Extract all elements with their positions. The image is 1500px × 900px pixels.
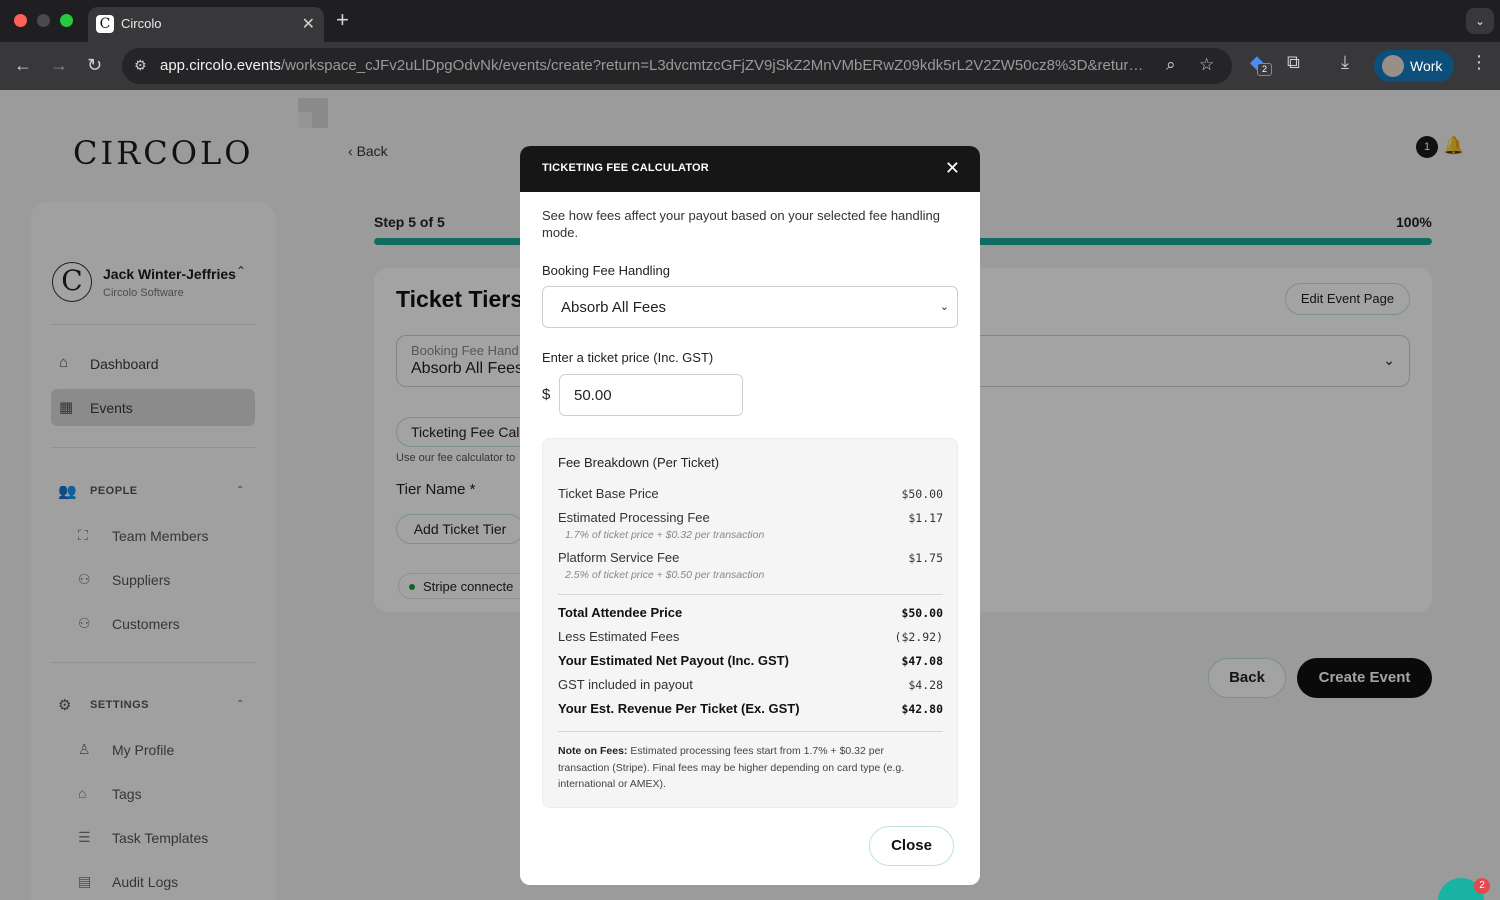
row-label: GST included in payout xyxy=(558,677,693,692)
row-note: 1.7% of ticket price + $0.32 per transac… xyxy=(565,529,765,541)
row-value: $50.00 xyxy=(901,487,943,501)
chat-badge: 2 xyxy=(1474,878,1490,894)
row-value: ($2.92) xyxy=(894,630,943,644)
url-host: app.circolo.events xyxy=(160,57,281,74)
fees-note: Note on Fees: Estimated processing fees … xyxy=(558,743,938,793)
row-label: Estimated Processing Fee xyxy=(558,510,710,525)
modal-title: TICKETING FEE CALCULATOR xyxy=(542,162,709,174)
divider xyxy=(558,594,943,595)
breakdown-row: Total Attendee Price $50.00 xyxy=(558,605,943,623)
row-value: $47.08 xyxy=(901,654,943,668)
row-value: $50.00 xyxy=(901,606,943,620)
breakdown-row: Ticket Base Price $50.00 xyxy=(558,486,943,504)
browser-tab[interactable]: C Circolo ✕ xyxy=(88,7,324,42)
divider xyxy=(558,731,943,732)
back-arrow-icon[interactable]: ← xyxy=(14,54,32,76)
row-label: Your Estimated Net Payout (Inc. GST) xyxy=(558,653,789,668)
window-minimize-button[interactable] xyxy=(37,14,50,27)
browser-toolbar: ← → ↻ ⚙ app.circolo.events/workspace_cJF… xyxy=(0,42,1500,90)
site-settings-icon[interactable]: ⚙ xyxy=(134,57,147,74)
profile-button[interactable]: Work xyxy=(1374,50,1454,82)
tab-search-chevron-icon[interactable]: ⌄ xyxy=(1466,8,1494,34)
download-icon[interactable]: ⤓ xyxy=(1341,52,1349,73)
ticket-price-value: 50.00 xyxy=(574,387,612,404)
fee-breakdown-panel: Fee Breakdown (Per Ticket) Ticket Base P… xyxy=(542,438,958,808)
new-tab-icon[interactable]: + xyxy=(336,8,349,32)
fee-handling-select[interactable]: Absorb All Fees ⌄ xyxy=(542,286,958,328)
ticket-price-label: Enter a ticket price (Inc. GST) xyxy=(542,350,714,365)
breakdown-row: Estimated Processing Fee $1.17 xyxy=(558,510,943,528)
profile-avatar xyxy=(1382,55,1404,77)
row-value: $1.75 xyxy=(908,551,943,565)
row-value: $42.80 xyxy=(901,702,943,716)
fee-calculator-modal: TICKETING FEE CALCULATOR ✕ See how fees … xyxy=(520,146,980,885)
breakdown-title: Fee Breakdown (Per Ticket) xyxy=(558,455,720,470)
chevron-down-icon: ⌄ xyxy=(939,301,949,313)
row-note: 2.5% of ticket price + $0.50 per transac… xyxy=(565,569,765,581)
reload-icon[interactable]: ↻ xyxy=(87,54,102,76)
breakdown-row: Your Est. Revenue Per Ticket (Ex. GST) $… xyxy=(558,701,943,719)
close-button[interactable]: Close xyxy=(869,826,954,866)
address-bar[interactable]: ⚙ app.circolo.events/workspace_cJFv2uLlD… xyxy=(122,48,1232,84)
close-icon[interactable]: ✕ xyxy=(945,158,960,178)
profile-label: Work xyxy=(1410,58,1443,74)
row-value: $1.17 xyxy=(908,511,943,525)
circolo-favicon-icon: C xyxy=(96,15,114,33)
window-maximize-button[interactable] xyxy=(60,14,73,27)
fees-note-heading: Note on Fees: xyxy=(558,745,628,757)
tab-close-icon[interactable]: ✕ xyxy=(302,14,315,34)
tab-title: Circolo xyxy=(121,16,162,31)
window-close-button[interactable] xyxy=(14,14,27,27)
row-label: Platform Service Fee xyxy=(558,550,680,565)
row-label: Ticket Base Price xyxy=(558,486,659,501)
browser-menu-icon[interactable]: ⋮ xyxy=(1470,52,1488,73)
breakdown-row: GST included in payout $4.28 xyxy=(558,677,943,695)
breakdown-row: Your Estimated Net Payout (Inc. GST) $47… xyxy=(558,653,943,671)
forward-arrow-icon[interactable]: → xyxy=(50,54,68,76)
row-label: Your Est. Revenue Per Ticket (Ex. GST) xyxy=(558,701,800,716)
browser-tab-bar: C Circolo ✕ + ⌄ xyxy=(0,0,1500,42)
bookmark-star-icon[interactable]: ☆ xyxy=(1199,55,1214,75)
extension-badge: 2 xyxy=(1257,63,1272,76)
ticket-price-input[interactable]: 50.00 xyxy=(559,374,743,416)
row-value: $4.28 xyxy=(908,678,943,692)
row-label: Less Estimated Fees xyxy=(558,629,680,644)
breakdown-row: Less Estimated Fees ($2.92) xyxy=(558,629,943,647)
zoom-icon[interactable]: ⌕ xyxy=(1166,55,1176,75)
fee-handling-label: Booking Fee Handling xyxy=(542,263,670,278)
url-text: app.circolo.events/workspace_cJFv2uLlDpg… xyxy=(160,57,1160,74)
row-label: Total Attendee Price xyxy=(558,605,683,620)
modal-header: TICKETING FEE CALCULATOR ✕ xyxy=(520,146,980,192)
extensions-puzzle-icon[interactable]: ⧉ xyxy=(1287,52,1300,73)
fee-handling-value: Absorb All Fees xyxy=(561,299,667,316)
currency-symbol: $ xyxy=(542,386,551,403)
breakdown-row: Platform Service Fee $1.75 xyxy=(558,550,943,568)
url-path: /workspace_cJFv2uLlDpgOdvNk/events/creat… xyxy=(280,57,1144,74)
modal-intro: See how fees affect your payout based on… xyxy=(542,208,940,240)
